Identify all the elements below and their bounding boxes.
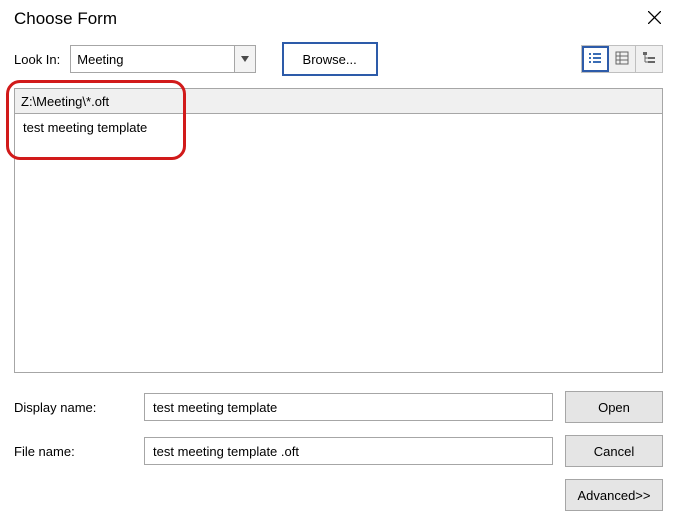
look-in-label: Look In: [14, 52, 60, 67]
list-item[interactable]: test meeting template [21, 118, 656, 137]
look-in-select[interactable]: Meeting [70, 45, 255, 73]
path-bar: Z:\Meeting\*.oft [14, 88, 663, 114]
path-text: Z:\Meeting\*.oft [21, 94, 109, 109]
look-in-value: Meeting [71, 46, 233, 72]
display-name-row: Display name: Open [14, 391, 663, 423]
tree-view-icon [642, 51, 656, 68]
look-in-row: Look In: Meeting Browse... [14, 42, 663, 76]
browse-button[interactable]: Browse... [282, 42, 378, 76]
dialog-body: Look In: Meeting Browse... [0, 34, 677, 523]
titlebar: Choose Form [0, 0, 677, 34]
display-name-label: Display name: [14, 400, 132, 415]
details-view-icon [615, 51, 629, 68]
open-button[interactable]: Open [565, 391, 663, 423]
list-view-icon [588, 51, 602, 68]
advanced-button[interactable]: Advanced>> [565, 479, 663, 511]
file-name-input[interactable] [144, 437, 553, 465]
bottom-area: Display name: Open File name: Cancel Adv… [14, 391, 663, 511]
close-button[interactable] [643, 8, 665, 30]
file-list[interactable]: test meeting template [14, 114, 663, 373]
cancel-button-label: Cancel [594, 444, 634, 459]
cancel-button[interactable]: Cancel [565, 435, 663, 467]
browse-button-label: Browse... [303, 52, 357, 67]
file-name-label: File name: [14, 444, 132, 459]
view-tree-button[interactable] [636, 46, 662, 72]
file-name-row: File name: Cancel [14, 435, 663, 467]
view-details-button[interactable] [609, 46, 636, 72]
chevron-down-icon [234, 46, 255, 72]
view-list-button[interactable] [582, 46, 609, 72]
view-toggle-group [581, 45, 663, 73]
display-name-input[interactable] [144, 393, 553, 421]
advanced-button-label: Advanced>> [577, 488, 650, 503]
list-item-label: test meeting template [23, 120, 147, 135]
dialog-title: Choose Form [14, 9, 117, 29]
advanced-row: Advanced>> [14, 479, 663, 511]
choose-form-dialog: Choose Form Look In: Meeting Browse... [0, 0, 677, 523]
close-icon [648, 9, 661, 29]
open-button-label: Open [598, 400, 630, 415]
